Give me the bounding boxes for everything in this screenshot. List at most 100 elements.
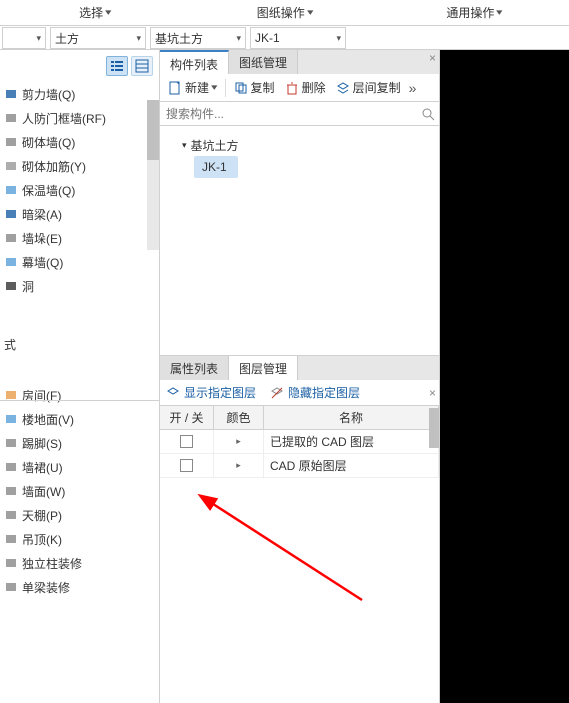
component-icon <box>4 135 18 149</box>
sidebar-item-label: 砌体墙(Q) <box>22 134 75 151</box>
layer-copy-icon <box>336 81 350 95</box>
sidebar-item-label: 墙面(W) <box>22 483 65 500</box>
menu-general-ops[interactable]: 通用操作 ▾ <box>379 0 569 25</box>
sidebar-item-独立柱装修[interactable]: 独立柱装修 <box>0 551 159 575</box>
dropdown-0[interactable]: ▾ <box>2 27 46 49</box>
component-icon <box>4 159 18 173</box>
col-header-onoff[interactable]: 开 / 关 <box>160 406 214 429</box>
chevron-down-icon: ▾ <box>232 33 241 44</box>
sidebar-item-砌体墙(Q)[interactable]: 砌体墙(Q) <box>0 130 159 154</box>
sidebar-item-人防门框墙(RF)[interactable]: 人防门框墙(RF) <box>0 106 159 130</box>
sidebar-item-墙面(W)[interactable]: 墙面(W) <box>0 479 159 503</box>
sidebar-item-剪力墙(Q)[interactable]: 剪力墙(Q) <box>0 82 159 106</box>
tab-property-list[interactable]: 属性列表 <box>160 356 229 380</box>
menu-select[interactable]: 选择 ▾ <box>0 0 190 25</box>
component-icon <box>4 255 18 269</box>
component-icon <box>4 183 18 197</box>
triangle-right-icon: ▸ <box>236 460 241 471</box>
btn-label: 层间复制 <box>353 79 401 96</box>
caret-icon: ▾ <box>211 82 217 93</box>
sidebar-item-吊顶(K)[interactable]: 吊顶(K) <box>0 527 159 551</box>
chevron-down-icon: ▾ <box>32 33 41 44</box>
tab-label: 属性列表 <box>170 362 218 376</box>
viewport-area[interactable] <box>440 50 569 703</box>
new-button[interactable]: 新建▾ <box>164 77 221 98</box>
scrollbar[interactable] <box>429 408 439 448</box>
tab-component-list[interactable]: 构件列表 <box>160 50 229 74</box>
sidebar-item-label: 幕墙(Q) <box>22 254 63 271</box>
checkbox[interactable] <box>180 435 193 448</box>
sidebar-item-label: 砌体加筋(Y) <box>22 158 86 175</box>
sidebar-item-墙垛(E)[interactable]: 墙垛(E) <box>0 226 159 250</box>
sidebar-item-label: 天棚(P) <box>22 507 62 524</box>
dropdown-type[interactable]: 基坑土方 ▾ <box>150 27 246 49</box>
tab-label: 构件列表 <box>170 58 218 72</box>
sidebar-item-踢脚(S)[interactable]: 踢脚(S) <box>0 431 159 455</box>
sidebar-item-保温墙(Q)[interactable]: 保温墙(Q) <box>0 178 159 202</box>
col-header-name[interactable]: 名称 <box>264 406 439 429</box>
caret-icon: ▾ <box>497 7 503 18</box>
sidebar-item-墙裙(U)[interactable]: 墙裙(U) <box>0 455 159 479</box>
delete-button[interactable]: 删除 <box>281 77 330 98</box>
tab-label: 图纸管理 <box>239 56 287 70</box>
menu-select-label: 选择 <box>79 4 103 21</box>
detail-icon <box>135 59 149 73</box>
menu-drawing-label: 图纸操作 <box>257 4 305 21</box>
tab-layer-manage[interactable]: 图层管理 <box>229 356 298 380</box>
component-icon <box>4 87 18 101</box>
more-icon[interactable]: » <box>407 80 419 96</box>
dropdown-item[interactable]: JK-1 ▾ <box>250 27 346 49</box>
sidebar-item-砌体加筋(Y)[interactable]: 砌体加筋(Y) <box>0 154 159 178</box>
tab-drawing-manage[interactable]: 图纸管理 <box>229 50 298 74</box>
sidebar-item-暗梁(A)[interactable]: 暗梁(A) <box>0 202 159 226</box>
component-icon <box>4 436 18 450</box>
scrollbar[interactable] <box>147 100 159 250</box>
sidebar-item-楼地面(V)[interactable]: 楼地面(V) <box>0 407 159 431</box>
sidebar-item-label: 墙裙(U) <box>22 459 63 476</box>
sidebar-item-label: 吊顶(K) <box>22 531 62 548</box>
chevron-down-icon: ▾ <box>132 33 141 44</box>
tab-label: 图层管理 <box>239 362 287 376</box>
view-list-icon-button[interactable] <box>106 56 128 76</box>
col-header-color[interactable]: 颜色 <box>214 406 264 429</box>
hide-layer-button[interactable]: 隐藏指定图层 <box>270 384 360 401</box>
tree-leaf-label: JK-1 <box>202 160 227 174</box>
sidebar-item-洞[interactable]: 洞 <box>0 274 159 298</box>
table-row[interactable]: ▸CAD 原始图层 <box>160 454 439 478</box>
sidebar-item-label: 人防门框墙(RF) <box>22 110 106 127</box>
sidebar-item-label: 房间(F) <box>22 387 61 404</box>
component-icon <box>4 460 18 474</box>
dropdown-category-label: 土方 <box>55 30 132 47</box>
sidebar-item-房间(F)[interactable]: 房间(F) <box>0 383 159 407</box>
caret-icon: ▾ <box>307 7 313 18</box>
dropdown-category[interactable]: 土方 ▾ <box>50 27 146 49</box>
sidebar-item-天棚(P)[interactable]: 天棚(P) <box>0 503 159 527</box>
sidebar-item-幕墙(Q)[interactable]: 幕墙(Q) <box>0 250 159 274</box>
btn-label: 显示指定图层 <box>184 384 256 401</box>
tree-leaf-selected[interactable]: JK-1 <box>194 156 238 178</box>
copy-icon <box>234 81 248 95</box>
table-row[interactable]: ▸已提取的 CAD 图层 <box>160 430 439 454</box>
copy-button[interactable]: 复制 <box>230 77 279 98</box>
search-input[interactable] <box>164 106 421 122</box>
sidebar-item-label: 暗梁(A) <box>22 206 62 223</box>
component-icon <box>4 412 18 426</box>
component-icon <box>4 279 18 293</box>
menu-drawing-ops[interactable]: 图纸操作 ▾ <box>190 0 380 25</box>
search-icon[interactable] <box>421 107 435 121</box>
new-icon <box>168 81 182 95</box>
tree-node-root[interactable]: ▾ 基坑土方 <box>168 134 431 156</box>
delete-icon <box>285 81 299 95</box>
section-label-shi[interactable]: 式 <box>0 328 159 361</box>
chevron-down-icon: ▾ <box>332 33 341 44</box>
show-layer-button[interactable]: 显示指定图层 <box>166 384 256 401</box>
sidebar-item-单梁装修[interactable]: 单梁装修 <box>0 575 159 599</box>
checkbox[interactable] <box>180 459 193 472</box>
view-detail-icon-button[interactable] <box>131 56 153 76</box>
sidebar-item-label: 独立柱装修 <box>22 555 82 572</box>
layer-copy-button[interactable]: 层间复制 <box>332 77 405 98</box>
component-icon <box>4 556 18 570</box>
close-icon[interactable]: × <box>429 51 436 65</box>
sidebar-item-label: 单梁装修 <box>22 579 70 596</box>
layers-show-icon <box>166 386 180 400</box>
